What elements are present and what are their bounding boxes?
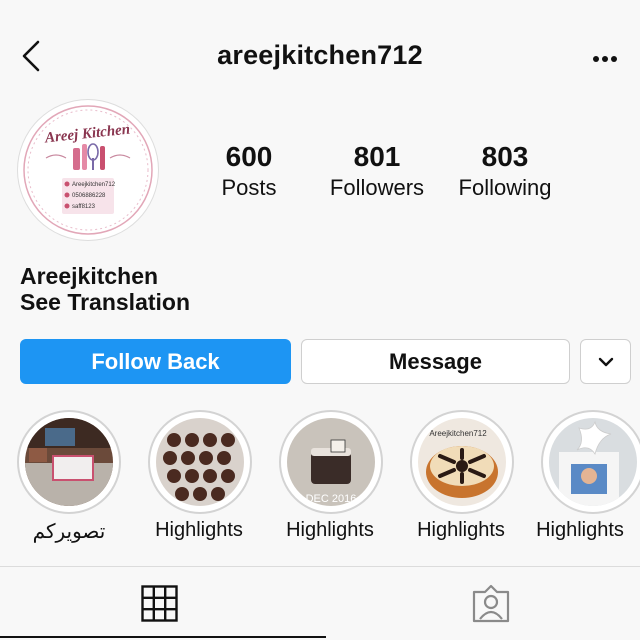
stat-following[interactable]: 803 Following xyxy=(445,140,565,201)
tagged-person-icon[interactable] xyxy=(471,584,511,624)
highlight-item[interactable] xyxy=(17,410,121,514)
highlight-label: Highlights xyxy=(155,519,243,541)
stat-following-label: Following xyxy=(458,175,552,200)
stat-posts[interactable]: 600 Posts xyxy=(189,140,309,201)
stat-followers[interactable]: 801 Followers xyxy=(317,140,437,201)
tab-bar-divider xyxy=(0,566,640,567)
avatar-contact-line: Areejkitchen712 xyxy=(72,182,116,188)
suggested-accounts-dropdown[interactable] xyxy=(580,339,631,384)
stat-followers-label: Followers xyxy=(329,175,425,200)
chevron-down-icon xyxy=(598,357,613,366)
profile-display-name: Areejkitchen xyxy=(20,263,159,289)
profile-username-title: areejkitchen712 xyxy=(217,40,423,70)
follow-back-button[interactable]: Follow Back xyxy=(20,339,291,384)
stat-following-value: 803 xyxy=(481,141,529,172)
highlight-label: Highlights xyxy=(417,519,505,541)
highlight-label: Highlights xyxy=(536,519,624,541)
highlight-item[interactable] xyxy=(148,410,252,514)
highlight-cover-image: DEC 2016 xyxy=(287,418,375,506)
highlight-item[interactable] xyxy=(541,410,640,514)
avatar-contact-line: saff8123 xyxy=(72,204,96,210)
avatar-contact-line: 0506886228 xyxy=(72,193,106,199)
highlight-overlay-text: Areejkitchen712 xyxy=(429,429,487,438)
see-translation-link[interactable]: See Translation xyxy=(20,289,190,316)
more-options-icon[interactable] xyxy=(588,50,622,68)
highlight-label: Highlights xyxy=(286,519,374,541)
highlight-cover-image xyxy=(25,418,113,506)
highlight-label: تصويركم xyxy=(32,521,106,543)
active-tab-indicator xyxy=(0,636,326,638)
stat-followers-value: 801 xyxy=(353,141,401,172)
highlight-cover-image xyxy=(156,418,244,506)
profile-avatar[interactable]: Areej Kitchen Areejkitchen712 0506886228… xyxy=(18,100,158,240)
message-button[interactable]: Message xyxy=(301,339,570,384)
highlight-item[interactable]: DEC 2016 xyxy=(279,410,383,514)
highlight-cover-image xyxy=(549,418,637,506)
grid-icon[interactable] xyxy=(141,585,178,622)
highlight-cover-image: Areejkitchen712 xyxy=(418,418,506,506)
stat-posts-value: 600 xyxy=(225,141,273,172)
highlight-item[interactable]: Areejkitchen712 xyxy=(410,410,514,514)
stat-posts-label: Posts xyxy=(221,175,277,200)
